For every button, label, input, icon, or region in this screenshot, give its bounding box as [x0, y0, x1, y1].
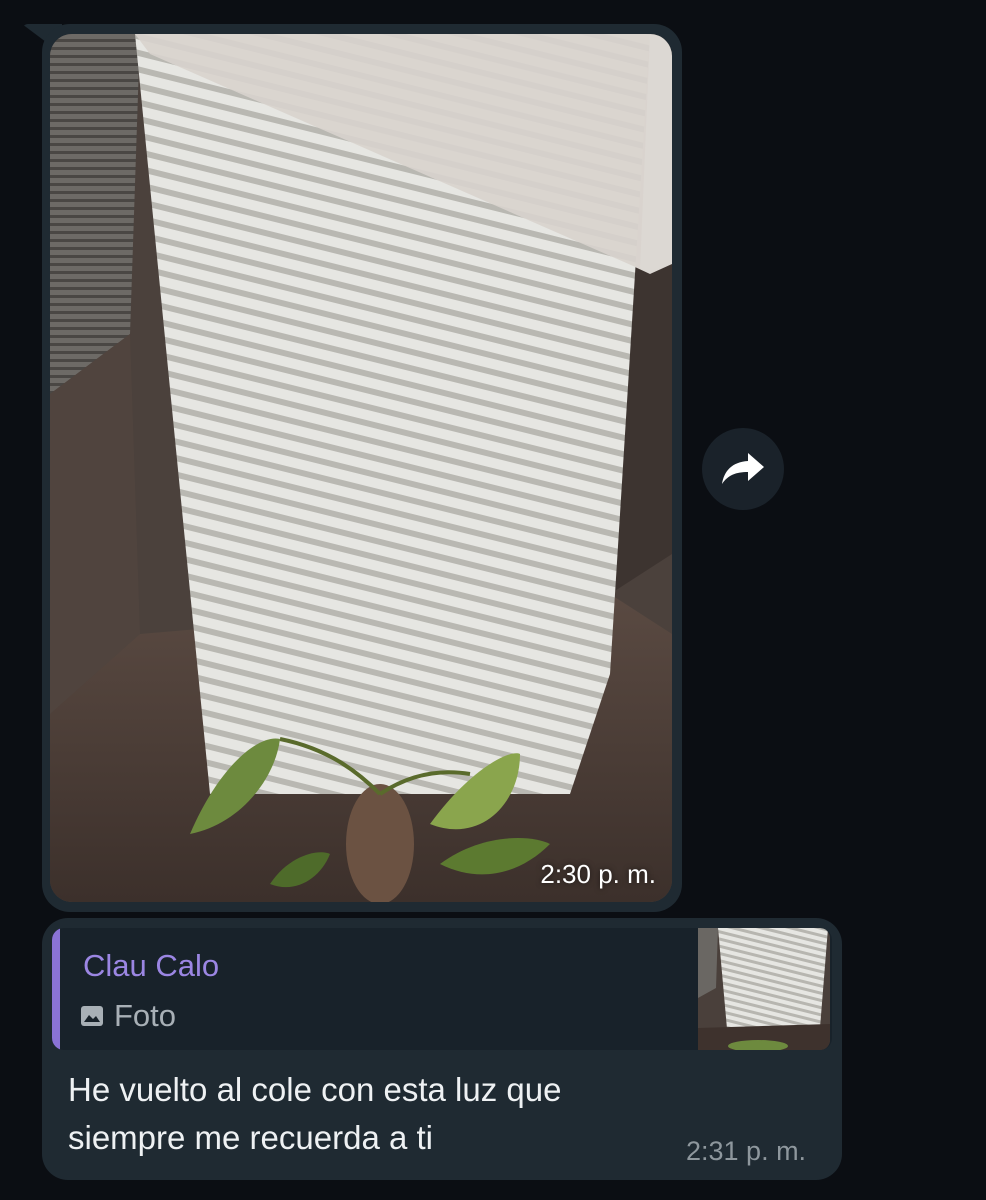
- quote-accent-bar: [52, 928, 60, 1050]
- photo-image[interactable]: 2:30 p. m.: [50, 34, 672, 902]
- photo-timestamp: 2:30 p. m.: [540, 859, 656, 889]
- reply-quote[interactable]: Clau Calo Foto: [52, 928, 832, 1050]
- forward-arrow-icon: [722, 453, 764, 484]
- message-timestamp: 2:31 p. m.: [686, 1136, 807, 1166]
- quote-media-label: Foto: [114, 998, 177, 1033]
- forward-button[interactable]: [702, 428, 784, 510]
- quote-thumbnail: [698, 928, 830, 1050]
- message-text: He vuelto al cole con esta luz que siemp…: [68, 1071, 562, 1156]
- quote-author: Clau Calo: [83, 948, 220, 983]
- chat-view: 2:30 p. m. Clau Calo Foto He vuelto al c…: [0, 0, 986, 1200]
- image-icon: [81, 1006, 103, 1026]
- quote-media-type: Foto: [80, 998, 176, 1034]
